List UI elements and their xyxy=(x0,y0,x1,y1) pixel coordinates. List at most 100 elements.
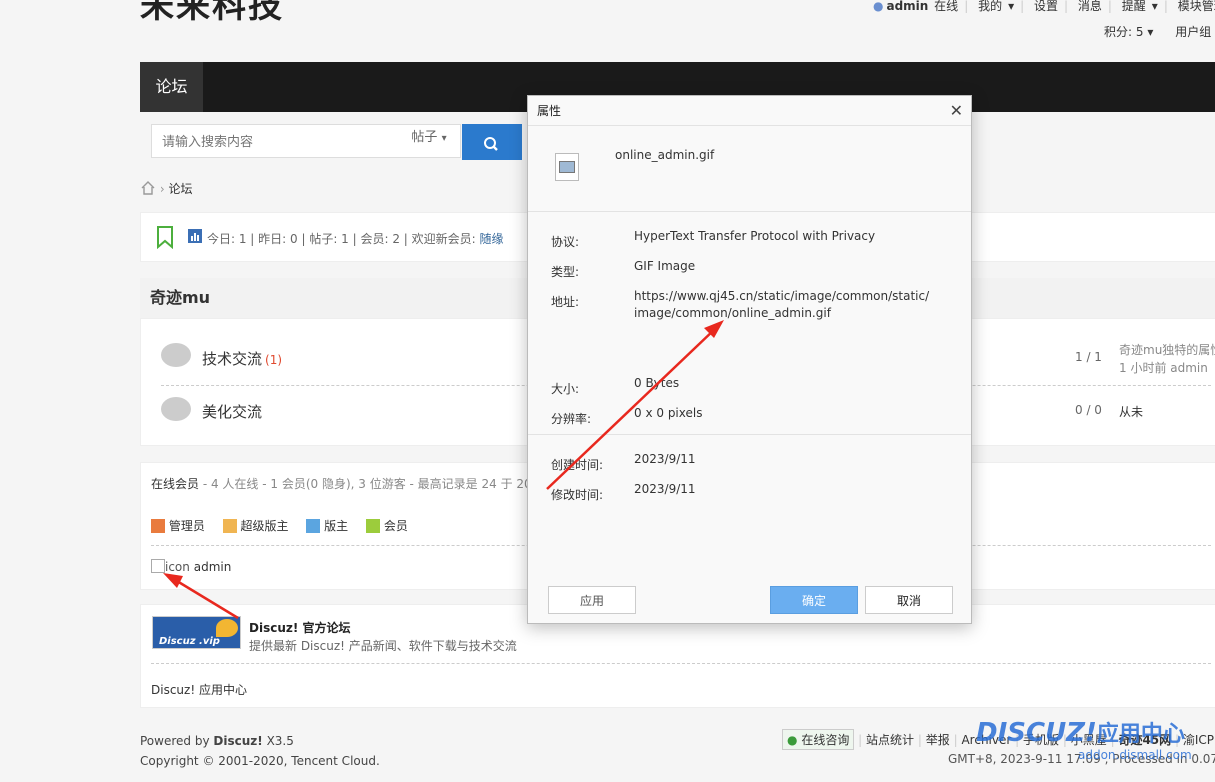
chat-bubble-icon xyxy=(161,397,191,421)
new-member-link[interactable]: 随缘 xyxy=(480,232,504,246)
forum-counts: 1 / 1 xyxy=(1075,350,1102,364)
user-icon: ● xyxy=(873,0,884,13)
footer-link-report[interactable]: 举报 xyxy=(926,733,950,747)
caret-icon: ▾ xyxy=(441,133,447,144)
nav-tab-forum[interactable]: 论坛 xyxy=(140,62,203,112)
row-value-size: 0 Bytes xyxy=(634,376,680,390)
forum-row: 技术交流 (1) xyxy=(202,348,282,369)
forum-name-design[interactable]: 美化交流 xyxy=(202,401,262,422)
forum-counts: 0 / 0 xyxy=(1075,403,1102,417)
properties-dialog: 属性 ✕ online_admin.gif 协议: HyperText Tran… xyxy=(527,95,972,624)
nav-settings[interactable]: 设置 xyxy=(1034,0,1058,13)
search-input[interactable] xyxy=(160,126,399,158)
row-value-address-2: image/common/online_admin.gif xyxy=(634,306,831,320)
online-user: icon admin xyxy=(151,559,231,574)
row-value-address: https://www.qj45.cn/static/image/common/… xyxy=(634,289,930,303)
legend-super-mod: 超级版主 xyxy=(240,519,289,533)
powered-label: Powered by xyxy=(140,734,210,748)
consult-label: 在线咨询 xyxy=(801,733,850,747)
member-legend: 管理员 超级版主 版主 会员 xyxy=(151,517,408,534)
breadcrumb: › 论坛 xyxy=(140,180,192,197)
row-label-created: 创建时间: xyxy=(551,458,604,472)
nav-online: 在线 xyxy=(934,0,959,13)
row-value-modified: 2023/9/11 xyxy=(634,482,696,496)
bookmark-icon xyxy=(157,226,173,249)
caret-icon: ▾ xyxy=(1008,0,1015,13)
consult-button[interactable]: ● 在线咨询 xyxy=(782,729,855,750)
discuz-brand-link[interactable]: Discuz! xyxy=(213,734,262,748)
stats-text: 今日: 1 | 昨日: 0 | 帖子: 1 | 会员: 2 | 欢迎新会员: 随… xyxy=(207,230,504,247)
nav-module-admin[interactable]: 模块管理 xyxy=(1178,0,1215,13)
row-value-resolution: 0 x 0 pixels xyxy=(634,406,703,420)
row-label-protocol: 协议: xyxy=(551,235,580,249)
forum-last-post: 从未 xyxy=(1119,405,1144,419)
ok-button[interactable]: 确定 xyxy=(770,586,858,614)
breadcrumb-forum[interactable]: 论坛 xyxy=(168,182,192,196)
forum-last-post[interactable]: 奇迹mu独特的属性 xyxy=(1119,341,1215,358)
search-icon xyxy=(484,137,498,151)
home-icon[interactable] xyxy=(140,180,156,196)
legend-mod: 版主 xyxy=(324,519,349,533)
divider xyxy=(528,125,971,126)
member-icon xyxy=(366,519,381,533)
nav-notifications[interactable]: 提醒 xyxy=(1122,0,1146,13)
row-label-resolution: 分辨率: xyxy=(551,412,592,426)
powered-line: Powered by Discuz! X3.5 xyxy=(140,731,380,751)
search-type-label: 帖子 xyxy=(411,130,438,145)
watermark-brand: DISCUZ! xyxy=(976,718,1097,748)
online-summary: - 4 人在线 - 1 会员(0 隐身), 3 位游客 - 最高记录是 24 于… xyxy=(199,477,540,491)
credit-menu[interactable]: 积分: 5 xyxy=(1104,25,1144,39)
caret-icon: ▾ xyxy=(1147,25,1154,39)
divider xyxy=(528,434,971,435)
copyright: Copyright © 2001-2020, Tencent Cloud. xyxy=(140,754,380,768)
discuz-logo[interactable]: Discuz .vip xyxy=(152,616,241,649)
headset-icon: ● xyxy=(787,733,798,747)
forum-new-count: (1) xyxy=(265,353,283,367)
watermark-suffix: 应用中心 xyxy=(1096,722,1185,747)
row-label-modified: 修改时间: xyxy=(551,488,604,502)
chart-icon xyxy=(188,229,202,243)
super-mod-icon xyxy=(222,519,237,533)
divider xyxy=(528,211,971,212)
footer-left: Powered by Discuz! X3.5 Copyright © 2001… xyxy=(140,731,380,771)
image-file-icon xyxy=(555,153,579,181)
watermark: DISCUZ!应用中心 xyxy=(976,716,1185,748)
site-logo[interactable]: 未来科技 xyxy=(140,0,284,26)
credit-bar: 积分: 5 ▾ 用户组 xyxy=(1104,23,1211,40)
row-value-protocol: HyperText Transfer Protocol with Privacy xyxy=(634,229,876,243)
forum-last-time[interactable]: 1 小时前 admin xyxy=(1119,359,1208,376)
row-value-created: 2023/9/11 xyxy=(634,452,696,466)
footer-link-stats[interactable]: 站点统计 xyxy=(866,733,914,747)
legend-member: 会员 xyxy=(383,519,408,533)
online-header: 在线会员 - 4 人在线 - 1 会员(0 隐身), 3 位游客 - 最高记录是… xyxy=(151,475,539,492)
nav-username[interactable]: admin xyxy=(886,0,928,13)
dialog-filename: online_admin.gif xyxy=(615,148,715,162)
version: X3.5 xyxy=(266,734,294,748)
caret-icon: ▾ xyxy=(1151,0,1158,13)
user-group-link[interactable]: 用户组 xyxy=(1175,25,1211,39)
forum-name-tech[interactable]: 技术交流 xyxy=(202,350,262,368)
search-button[interactable] xyxy=(462,124,522,160)
divider xyxy=(151,663,1211,664)
nav-my[interactable]: 我的 xyxy=(978,0,1002,13)
watermark-url: addon.dismall.com xyxy=(1078,748,1192,762)
row-label-size: 大小: xyxy=(551,382,580,396)
admin-icon xyxy=(151,519,165,533)
cancel-button[interactable]: 取消 xyxy=(865,586,953,614)
row-label-address: 地址: xyxy=(551,295,580,309)
link-desc: 提供最新 Discuz! 产品新闻、软件下载与技术交流 xyxy=(249,639,517,653)
broken-image-icon xyxy=(151,559,165,573)
chevron-right-icon: › xyxy=(159,182,165,196)
discuz-logo-text: Discuz .vip xyxy=(159,636,220,647)
apply-button[interactable]: 应用 xyxy=(548,586,636,614)
nav-messages[interactable]: 消息 xyxy=(1078,0,1102,13)
chat-bubble-icon xyxy=(161,343,191,367)
online-title[interactable]: 在线会员 xyxy=(151,477,199,491)
search-type-select[interactable]: 帖子 ▾ xyxy=(398,124,460,154)
footer-link-icp[interactable]: 渝ICP xyxy=(1183,733,1214,747)
online-user-admin[interactable]: admin xyxy=(194,560,232,574)
close-icon[interactable]: ✕ xyxy=(950,101,963,120)
app-center-link[interactable]: Discuz! 应用中心 xyxy=(151,681,247,698)
link-title[interactable]: Discuz! 官方论坛 xyxy=(249,619,351,636)
top-user-nav: ●admin 在线| 我的▾| 设置| 消息| 提醒▾| 模块管理| 管理 xyxy=(870,0,1215,14)
